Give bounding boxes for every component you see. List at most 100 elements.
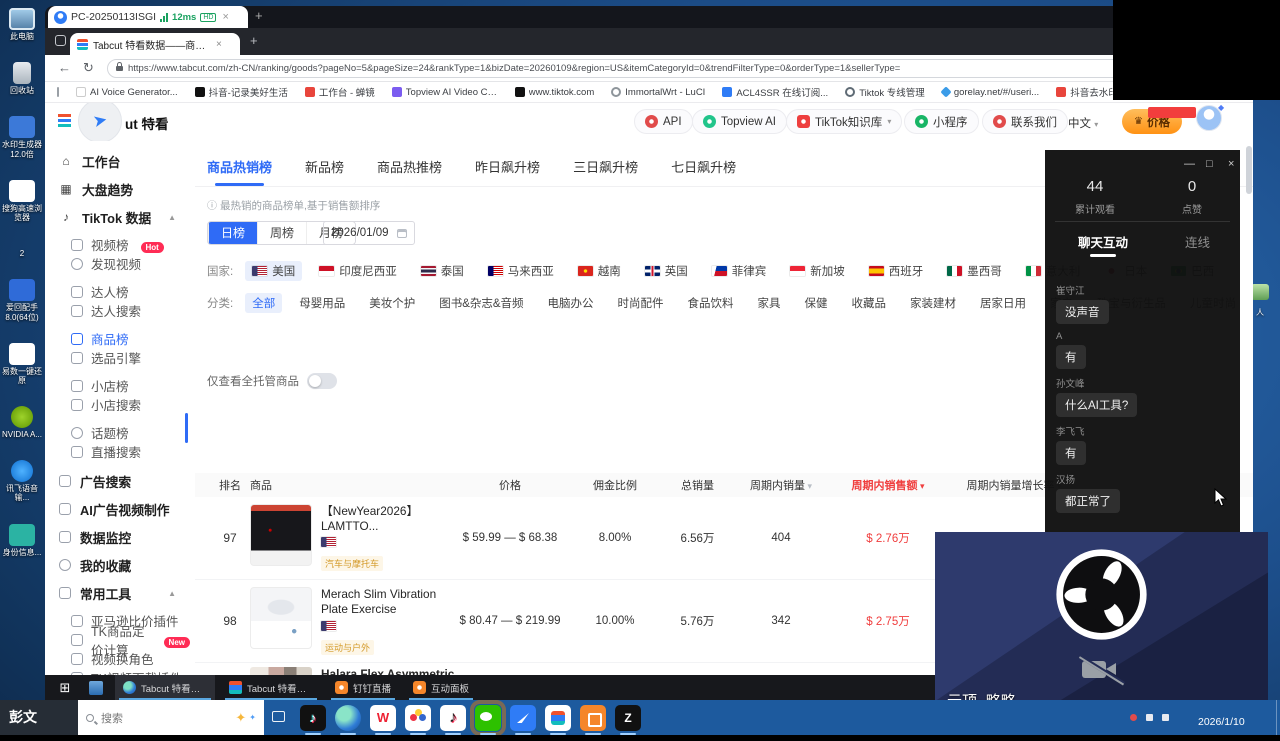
taskbar-user-label[interactable]: 彭文: [0, 700, 78, 735]
desktop-icon[interactable]: NVIDIA A...: [0, 406, 44, 439]
category-chip[interactable]: 家装建材: [903, 293, 963, 313]
tab-chat-interaction[interactable]: 聊天互动: [1078, 232, 1128, 251]
desktop-icon[interactable]: 2: [0, 243, 44, 258]
nav-contact[interactable]: 联系我们: [982, 109, 1068, 134]
country-chip[interactable]: 印度尼西亚: [312, 261, 404, 281]
remote-session-tab[interactable]: PC-20250113ISGI 12ms HD ×: [48, 6, 248, 28]
taskbar-app-icon[interactable]: [335, 705, 361, 731]
category-chip[interactable]: 食品饮料: [681, 293, 741, 313]
taskbar-app-button[interactable]: 互动面板: [405, 675, 477, 700]
taskbar-app-icon[interactable]: [510, 705, 536, 731]
ranking-tab[interactable]: 商品热推榜: [377, 157, 442, 186]
taskbar-app-icon[interactable]: [615, 705, 641, 731]
minimize-icon[interactable]: —: [1184, 158, 1195, 170]
ranking-tab[interactable]: 新品榜: [305, 157, 344, 186]
country-chip[interactable]: 马来西亚: [481, 261, 561, 281]
show-desktop-button[interactable]: [1276, 700, 1280, 735]
taskbar-app-icon[interactable]: [545, 705, 571, 731]
bookmark-item[interactable]: Tiktok 专线管理: [845, 85, 925, 99]
taskbar-app-icon[interactable]: [300, 705, 326, 731]
tab-connect[interactable]: 连线: [1185, 232, 1210, 251]
desktop-icon[interactable]: 身份信息...: [0, 524, 44, 557]
taskbar-app-button[interactable]: Tabcut 特看数据...: [115, 675, 215, 700]
nav-tiktok-kb[interactable]: TikTok知识库 ▾: [786, 109, 902, 134]
nav-api[interactable]: API: [634, 109, 693, 134]
sidebar-subitem[interactable]: 视频换角色: [71, 649, 190, 668]
sidebar-subitem[interactable]: TK商品定价计算 New: [71, 630, 190, 649]
tab-search-icon[interactable]: [55, 35, 66, 46]
pricing-button[interactable]: ♛ 价格: [1122, 109, 1182, 134]
date-picker[interactable]: 2026/01/09: [323, 221, 415, 245]
sidebar-subitem[interactable]: 视频榜 Hot: [71, 235, 190, 254]
taskbar-app-icon[interactable]: [475, 705, 501, 731]
browser-tab[interactable]: Tabcut 特看数据——商品榜 ×: [70, 33, 240, 55]
taskbar-app-icon[interactable]: [580, 705, 606, 731]
sidebar-subitem[interactable]: 发现视频: [71, 254, 190, 273]
category-chip[interactable]: 家具: [751, 293, 788, 313]
bookmark-item[interactable]: ImmortalWrt - LuCI: [611, 87, 705, 98]
country-chip[interactable]: 越南: [571, 261, 628, 281]
country-chip[interactable]: 泰国: [414, 261, 471, 281]
product-title[interactable]: Merach Slim Vibration Plate Exercise Mac…: [321, 587, 443, 618]
sidebar-item[interactable]: 广告搜索: [59, 471, 190, 491]
category-chip[interactable]: 图书&杂志&音频: [432, 293, 530, 313]
reload-button[interactable]: ↻: [83, 60, 94, 76]
taskbar-app-button[interactable]: 钉钉直播: [327, 675, 399, 700]
nav-topview-ai[interactable]: Topview AI: [692, 109, 787, 134]
bookmark-item[interactable]: Topview AI Video Cr...: [392, 87, 498, 98]
desktop-icon[interactable]: 爱回配手 8.0(64位): [0, 279, 44, 321]
country-chip[interactable]: 美国: [245, 261, 302, 281]
bookmark-item[interactable]: AI Voice Generator...: [76, 87, 178, 98]
bookmark-item[interactable]: ACL4SSR 在线订阅...: [722, 85, 828, 99]
address-bar[interactable]: https://www.tabcut.com/zh-CN/ranking/goo…: [107, 59, 1147, 78]
bookmark-item[interactable]: gorelay.net/#/useri...: [942, 87, 1039, 98]
close-session-icon[interactable]: ×: [222, 11, 228, 23]
sidebar-group-tiktok-data[interactable]: ♪ TikTok 数据 ▲: [59, 207, 190, 227]
sidebar-item[interactable]: 数据监控: [59, 527, 190, 547]
language-switcher[interactable]: 中文 ▾: [1068, 115, 1098, 131]
category-chip[interactable]: 保健: [798, 293, 835, 313]
task-view-icon[interactable]: [272, 711, 285, 722]
period-button[interactable]: 日榜: [208, 222, 257, 244]
ranking-tab[interactable]: 昨日飙升榜: [475, 157, 540, 186]
sidebar-subitem[interactable]: TK视频下载插件: [71, 668, 190, 675]
taskbar-app-icon[interactable]: [405, 705, 431, 731]
maximize-icon[interactable]: □: [1206, 158, 1213, 170]
category-chip[interactable]: 全部: [245, 293, 282, 313]
sidebar-subitem[interactable]: 商品榜: [71, 329, 190, 348]
taskbar-app-button[interactable]: Tabcut 特看数据...: [221, 675, 321, 700]
category-chip[interactable]: 居家日用: [973, 293, 1033, 313]
taskbar-search-box[interactable]: 搜索 ✦ ✦: [78, 700, 264, 735]
sidebar-subitem[interactable]: 直播搜索: [71, 442, 190, 461]
category-chip[interactable]: 时尚配件: [611, 293, 671, 313]
sidebar-subitem[interactable]: 话题榜: [71, 423, 190, 442]
managed-goods-toggle[interactable]: [307, 373, 337, 389]
category-chip[interactable]: 收藏品: [845, 293, 894, 313]
sidebar-subitem[interactable]: 达人榜: [71, 282, 190, 301]
period-button[interactable]: 周榜: [257, 222, 306, 244]
bookmark-item[interactable]: www.tiktok.com: [515, 87, 594, 98]
sidebar-item[interactable]: AI广告视频制作: [59, 499, 190, 519]
desktop-icon[interactable]: 讯飞语音输...: [0, 460, 44, 502]
sidebar-subitem[interactable]: 达人搜索: [71, 301, 190, 320]
system-tray[interactable]: [1130, 714, 1169, 721]
sidebar-subitem[interactable]: 小店榜: [71, 376, 190, 395]
desktop-icon[interactable]: 回收站: [0, 62, 44, 95]
product-thumbnail[interactable]: [250, 587, 312, 649]
ranking-tab[interactable]: 七日飙升榜: [671, 157, 736, 186]
category-chip[interactable]: 电脑办公: [541, 293, 601, 313]
category-chip[interactable]: 母婴用品: [292, 293, 352, 313]
sidebar-item[interactable]: 我的收藏: [59, 555, 190, 575]
country-chip[interactable]: 新加坡: [783, 261, 852, 281]
product-title[interactable]: 【NewYear2026】LAMTTO...: [321, 504, 443, 535]
new-tab-button[interactable]: +: [250, 33, 258, 48]
sidebar-subitem[interactable]: 小店搜索: [71, 395, 190, 414]
close-icon[interactable]: ×: [1228, 158, 1234, 170]
sidebar-item-market-trend[interactable]: ▦ 大盘趋势: [59, 179, 190, 199]
start-button[interactable]: ⊞: [53, 680, 77, 696]
category-chip[interactable]: 美妆个护: [362, 293, 422, 313]
chat-message-list[interactable]: 崔守江 没声音 A 有 孙文峰 什么AI工具? 李飞飞 有: [1056, 283, 1232, 513]
back-button[interactable]: ←: [58, 60, 71, 75]
side-panel-icon[interactable]: [57, 87, 59, 97]
col-period-gmv[interactable]: 周期内销售额: [827, 477, 949, 493]
